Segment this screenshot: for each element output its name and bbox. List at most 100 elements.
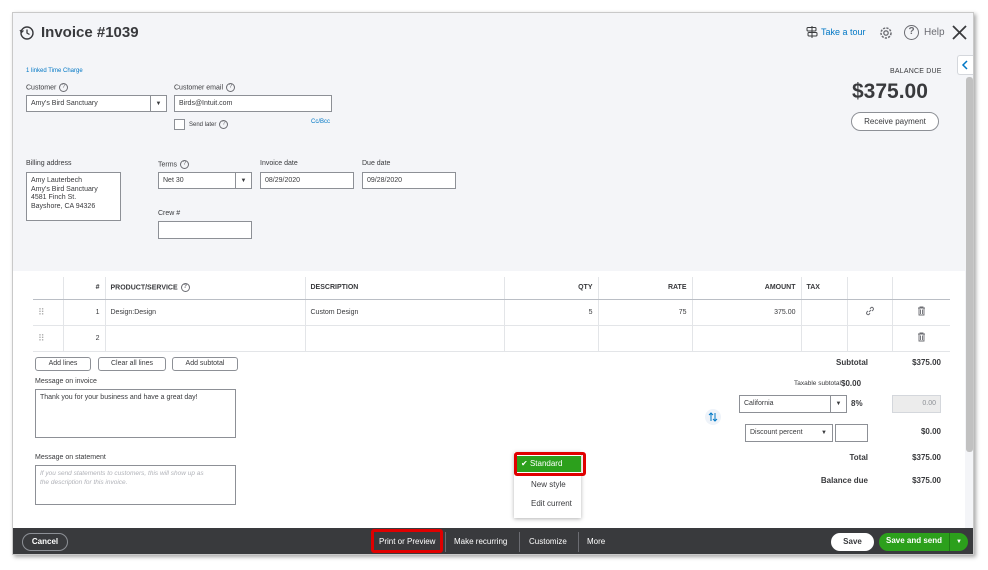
help-button[interactable]: ? Help (904, 25, 945, 40)
help-icon[interactable]: ? (226, 83, 236, 92)
crew-label: Crew # (158, 210, 181, 217)
balance-due-amount: $375.00 (852, 80, 928, 103)
make-recurring-button[interactable]: Make recurring (454, 537, 507, 546)
invoice-header: Invoice #1039 Take a tour ? Help (13, 13, 973, 57)
cc-bcc-link[interactable]: Cc/Bcc (311, 119, 330, 125)
description-cell[interactable]: Custom Design (305, 299, 505, 326)
highlight-box (371, 529, 443, 553)
table-row[interactable]: ⠿ 1 Design:Design Custom Design 5 75 375… (33, 299, 950, 326)
vertical-scrollbar[interactable] (966, 77, 973, 452)
tax-region-select[interactable]: California ▼ (739, 395, 847, 413)
chevron-down-icon: ▼ (150, 96, 166, 111)
rate-cell[interactable]: 75 (598, 299, 693, 326)
customer-email-field[interactable]: Birds@Intuit.com (174, 95, 332, 112)
taxable-subtotal-value: $0.00 (841, 379, 862, 388)
due-date-label: Due date (362, 160, 391, 167)
drag-handle-icon[interactable]: ⠿ (33, 325, 64, 352)
qty-cell[interactable]: 5 (504, 299, 599, 326)
swap-tax-icon[interactable] (705, 409, 721, 425)
subtotal-value: $375.00 (912, 358, 941, 367)
drag-column-header (33, 277, 64, 300)
close-icon[interactable] (951, 24, 968, 41)
terms-label: Terms? (158, 160, 190, 169)
history-icon[interactable] (19, 25, 35, 41)
customer-value: Amy's Bird Sanctuary (31, 100, 98, 107)
due-date-field[interactable]: 09/28/2020 (362, 172, 456, 189)
customer-select[interactable]: Amy's Bird Sanctuary ▼ (26, 95, 167, 112)
crew-field[interactable] (158, 221, 252, 239)
receive-payment-button[interactable]: Receive payment (851, 112, 939, 131)
help-icon[interactable]: ? (219, 120, 229, 129)
discount-value-field[interactable] (835, 424, 868, 442)
customer-email-label: Customer email? (174, 83, 236, 92)
chevron-down-icon: ▼ (830, 396, 846, 412)
help-label: Help (924, 27, 945, 38)
send-later-checkbox[interactable] (174, 119, 185, 130)
terms-select[interactable]: Net 30 ▼ (158, 172, 252, 189)
link-cell (847, 325, 893, 352)
billing-address-label: Billing address (26, 160, 72, 167)
gear-icon[interactable] (878, 25, 894, 41)
column-header-product: PRODUCT/SERVICE? (105, 277, 306, 300)
collapse-panel-tab[interactable] (957, 55, 973, 75)
tax-cell[interactable] (801, 299, 848, 326)
save-options-dropdown[interactable]: ▼ (949, 533, 968, 551)
help-icon[interactable]: ? (59, 83, 69, 92)
help-icon[interactable]: ? (180, 160, 190, 169)
rate-cell[interactable] (598, 325, 693, 352)
menu-item-new-style[interactable]: New style (531, 480, 566, 489)
help-icon[interactable]: ? (180, 283, 190, 293)
drag-handle-icon[interactable]: ⠿ (33, 299, 64, 326)
cancel-button[interactable]: Cancel (22, 533, 68, 551)
link-column-header (847, 277, 893, 300)
highlight-box (514, 452, 586, 476)
column-header-rate: RATE (598, 277, 693, 300)
trash-icon[interactable] (892, 325, 950, 352)
description-cell[interactable] (305, 325, 505, 352)
customize-button[interactable]: Customize (529, 537, 567, 546)
menu-item-edit-current[interactable]: Edit current (531, 499, 572, 508)
page-title: Invoice #1039 (41, 24, 139, 41)
take-tour-link[interactable]: Take a tour (806, 26, 866, 38)
invoice-date-field[interactable]: 08/29/2020 (260, 172, 354, 189)
tax-region-value: California (744, 400, 774, 407)
row-number: 1 (63, 299, 106, 326)
discount-type-value: Discount percent (750, 429, 803, 436)
row-number: 2 (63, 325, 106, 352)
statement-placeholder: the description for this invoice. (40, 478, 128, 486)
statement-placeholder: If you send statements to customers, thi… (40, 470, 204, 477)
save-button[interactable]: Save (831, 533, 874, 551)
message-on-invoice-field[interactable]: Thank you for your business and have a g… (35, 389, 236, 438)
divider (519, 532, 520, 552)
column-header-qty: QTY (504, 277, 599, 300)
add-subtotal-button[interactable]: Add subtotal (172, 357, 238, 371)
divider (445, 532, 446, 552)
tax-rate: 8% (851, 399, 863, 408)
taxable-subtotal-label: Taxable subtotal (794, 380, 841, 387)
product-cell[interactable]: Design:Design (105, 299, 306, 326)
save-and-send-button[interactable]: Save and send (879, 533, 949, 551)
balance-due-label: BALANCE DUE (890, 68, 942, 75)
invoice-window: Invoice #1039 Take a tour ? Help 1 linke… (12, 12, 974, 555)
message-on-statement-field[interactable]: If you send statements to customers, thi… (35, 465, 236, 505)
trash-icon[interactable] (892, 299, 950, 326)
qty-cell[interactable] (504, 325, 599, 352)
add-lines-button[interactable]: Add lines (35, 357, 91, 371)
invoice-date-label: Invoice date (260, 160, 298, 167)
take-tour-label: Take a tour (821, 27, 866, 37)
tax-cell[interactable] (801, 325, 848, 352)
message-on-statement-label: Message on statement (35, 454, 106, 461)
table-row[interactable]: ⠿ 2 (33, 325, 950, 352)
column-header-description: DESCRIPTION (305, 277, 505, 300)
product-cell[interactable] (105, 325, 306, 352)
tax-amount-field[interactable]: 0.00 (892, 395, 941, 413)
billing-address-field[interactable]: Amy Lauterbech Amy's Bird Sanctuary 4581… (26, 172, 121, 221)
more-button[interactable]: More (587, 537, 605, 546)
link-icon[interactable] (847, 299, 893, 326)
amount-cell[interactable] (692, 325, 802, 352)
amount-cell[interactable]: 375.00 (692, 299, 802, 326)
linked-time-charge-link[interactable]: 1 linked Time Charge (26, 68, 83, 74)
clear-all-lines-button[interactable]: Clear all lines (98, 357, 166, 371)
chevron-down-icon: ▼ (235, 173, 251, 188)
discount-type-select[interactable]: Discount percent ▼ (745, 424, 833, 442)
